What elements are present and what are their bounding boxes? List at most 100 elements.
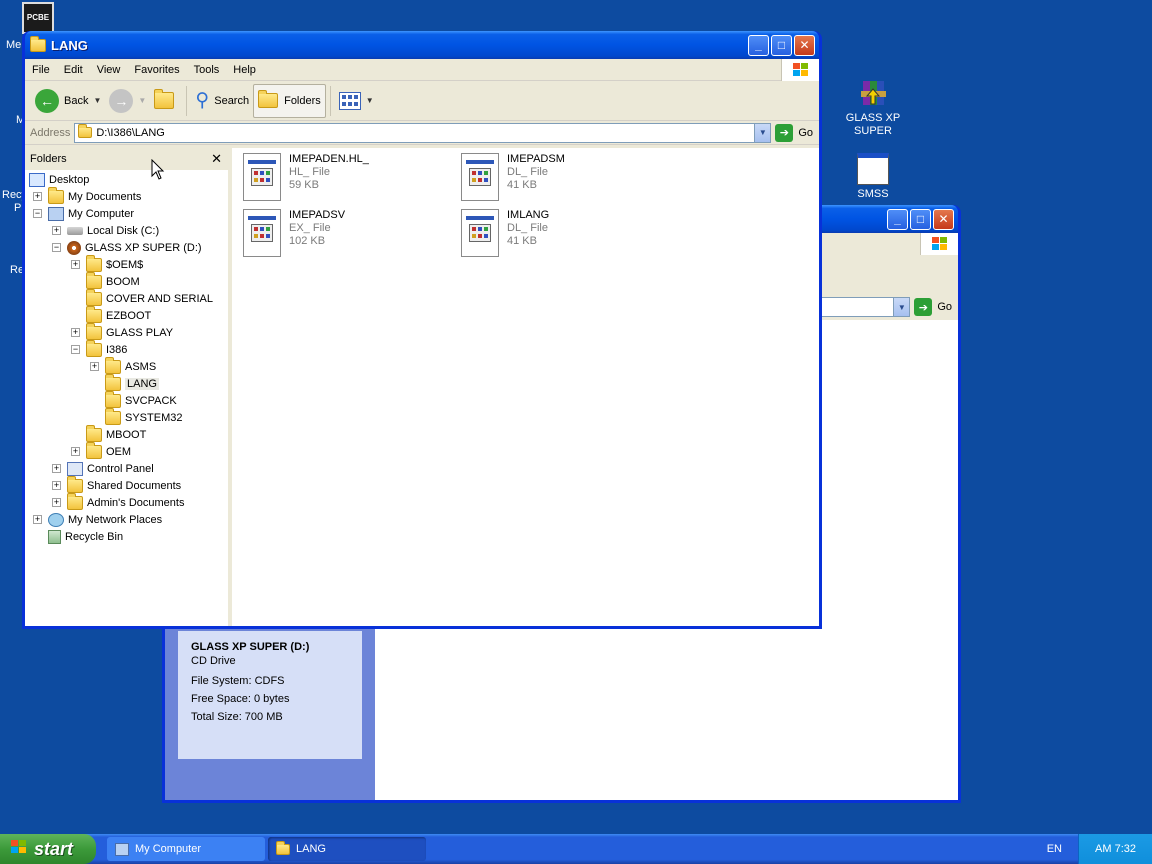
window-titlebar[interactable]: LANG _ □ ✕ [25, 31, 819, 59]
close-button[interactable]: ✕ [933, 208, 954, 230]
menu-file[interactable]: File [25, 64, 57, 76]
up-folder-icon [154, 89, 175, 109]
menu-favorites[interactable]: Favorites [127, 64, 186, 76]
collapse-icon[interactable]: − [71, 345, 80, 354]
system-file-icon [461, 153, 499, 201]
expand-icon[interactable]: + [52, 481, 61, 490]
tree-item-my-documents[interactable]: + My Documents [33, 186, 141, 205]
tree-label: COVER AND SERIAL [106, 292, 213, 305]
tree-item-glass-play[interactable]: + GLASS PLAY [71, 322, 173, 341]
tree-item-glass-xp-super-d[interactable]: − GLASS XP SUPER (D:) [52, 239, 202, 256]
menu-edit[interactable]: Edit [57, 64, 90, 76]
collapse-icon[interactable]: − [52, 243, 61, 252]
start-button[interactable]: start [0, 834, 96, 864]
folders-button[interactable]: Folders [253, 83, 326, 118]
clock[interactable]: AM 7:32 [1095, 843, 1136, 855]
network-icon [48, 512, 64, 527]
tree-item-mboot[interactable]: MBOOT [71, 424, 146, 443]
menu-view[interactable]: View [90, 64, 128, 76]
close-icon[interactable]: ✕ [211, 151, 222, 167]
tree-item-asms[interactable]: + ASMS [90, 356, 156, 375]
back-button[interactable]: ← Back ▼ [31, 84, 105, 118]
start-label: start [34, 838, 74, 859]
tree-item-desktop[interactable]: Desktop [29, 171, 89, 188]
tree-item-system32[interactable]: SYSTEM32 [90, 407, 182, 426]
tree-item-admins-documents[interactable]: + Admin's Documents [52, 492, 184, 511]
expand-icon[interactable]: + [71, 328, 80, 337]
folder-open-icon [86, 339, 102, 357]
expand-icon[interactable]: + [52, 226, 61, 235]
tree-item-my-computer[interactable]: − My Computer [33, 205, 134, 222]
maximize-button[interactable]: □ [910, 208, 931, 230]
minimize-icon: _ [894, 212, 901, 226]
windows-flag-icon [781, 59, 819, 81]
file-item[interactable]: IMLANG DL_ File 41 KB [461, 209, 671, 257]
forward-button[interactable]: → ▼ [105, 84, 150, 118]
close-button[interactable]: ✕ [794, 34, 815, 56]
expand-icon[interactable]: + [33, 515, 42, 524]
tree-item-cover-and-serial[interactable]: COVER AND SERIAL [71, 288, 213, 307]
folder-icon [86, 424, 102, 442]
folder-icon [78, 124, 93, 138]
search-button[interactable]: ⚲ Search [191, 84, 253, 118]
chevron-down-icon[interactable]: ▼ [754, 123, 771, 142]
expand-icon[interactable]: + [90, 362, 99, 371]
go-button[interactable]: ➔ Go [914, 298, 952, 316]
tree-item-ezboot[interactable]: EZBOOT [71, 305, 152, 324]
drive-type: CD Drive [191, 655, 236, 667]
menu-tools[interactable]: Tools [187, 64, 227, 76]
tree-label: I386 [106, 343, 128, 356]
chevron-down-icon[interactable]: ▼ [138, 96, 146, 105]
file-item[interactable]: IMEPADEN.HL_ HL_ File 59 KB [243, 153, 453, 201]
partial-icon-label: Me [6, 39, 22, 51]
chevron-down-icon[interactable]: ▼ [93, 96, 101, 105]
address-field[interactable]: D:\I386\LANG ▼ [74, 122, 772, 143]
go-button[interactable]: ➔ Go [775, 123, 813, 142]
desktop-icon-smss[interactable]: SMSS [835, 153, 911, 201]
views-button[interactable]: ▼ [335, 84, 378, 118]
folders-pane-title: Folders [30, 153, 67, 165]
desktop-icon-glass-xp-super[interactable]: GLASS XP SUPER [835, 77, 911, 138]
desktop-icon-label: SMSS [857, 188, 889, 200]
tree-item-i386[interactable]: − I386 [71, 339, 128, 358]
tree-label: My Network Places [68, 513, 163, 526]
minimize-button[interactable]: _ [748, 34, 769, 56]
folder-icon [86, 288, 102, 306]
tree-item-oem[interactable]: + OEM [71, 441, 132, 460]
taskbar-item-my-computer[interactable]: My Computer [107, 837, 265, 861]
tree-item-control-panel[interactable]: + Control Panel [52, 460, 154, 477]
up-folder-button[interactable] [150, 84, 182, 118]
menu-help[interactable]: Help [226, 64, 263, 76]
minimize-button[interactable]: _ [887, 208, 908, 230]
folder-icon [67, 475, 83, 493]
lang-window[interactable]: LANG _ □ ✕ File Edit View Favorites Tool… [22, 31, 822, 629]
taskbar-item-lang[interactable]: LANG [268, 837, 426, 861]
views-icon [338, 91, 361, 110]
tree-item-shared-documents[interactable]: + Shared Documents [52, 475, 181, 494]
tree-item-local-disk-c[interactable]: + Local Disk (C:) [52, 222, 159, 239]
expand-icon[interactable]: + [52, 498, 61, 507]
language-indicator[interactable]: EN [1047, 843, 1062, 855]
maximize-button[interactable]: □ [771, 34, 792, 56]
expand-icon[interactable]: + [71, 260, 80, 269]
expand-icon[interactable]: + [33, 192, 42, 201]
chevron-down-icon[interactable]: ▼ [366, 96, 374, 105]
tree-item-boom[interactable]: BOOM [71, 271, 140, 290]
tree-item-my-network-places[interactable]: + My Network Places [33, 511, 162, 528]
address-bar: Address D:\I386\LANG ▼ ➔ Go [25, 121, 819, 145]
expand-icon[interactable]: + [71, 447, 80, 456]
tree-item-svcpack[interactable]: SVCPACK [90, 390, 177, 409]
tree-item-recycle-bin[interactable]: Recycle Bin [33, 528, 123, 545]
tree-item-lang[interactable]: LANG [90, 373, 159, 392]
tree-label: OEM [106, 445, 132, 458]
file-item[interactable]: IMEPADSM DL_ File 41 KB [461, 153, 671, 201]
tree-label: EZBOOT [106, 309, 152, 322]
chevron-down-icon[interactable]: ▼ [893, 298, 910, 316]
hard-disk-icon [67, 226, 83, 235]
file-item[interactable]: IMEPADSV EX_ File 102 KB [243, 209, 453, 257]
collapse-icon[interactable]: − [33, 209, 42, 218]
address-field[interactable]: ▼ [815, 297, 911, 317]
expand-icon[interactable]: + [52, 464, 61, 473]
tree-item-oem-dollar[interactable]: + $OEM$ [71, 254, 143, 273]
tree-label: Local Disk (C:) [87, 224, 160, 237]
